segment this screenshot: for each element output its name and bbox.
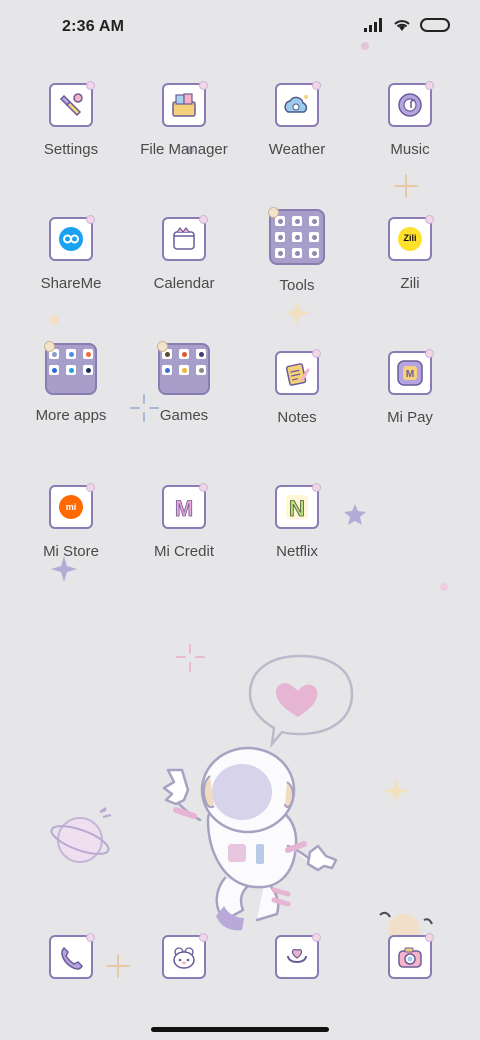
app-label: Netflix xyxy=(276,543,318,560)
camera-icon xyxy=(388,933,434,979)
app-notes[interactable]: Notes xyxy=(241,349,353,426)
battery-icon xyxy=(420,18,450,32)
app-shareme[interactable]: ShareMe xyxy=(15,215,127,292)
svg-text:M: M xyxy=(406,369,414,380)
app-settings[interactable]: Settings xyxy=(15,81,127,158)
dock-messaging[interactable] xyxy=(128,933,240,979)
mi-pay-icon: M xyxy=(388,349,434,395)
notes-icon xyxy=(275,349,321,395)
phone-icon xyxy=(49,933,95,979)
games-folder-icon xyxy=(157,341,210,395)
status-time: 2:36 AM xyxy=(62,18,125,35)
app-label: Mi Pay xyxy=(387,409,433,426)
dock-phone[interactable] xyxy=(15,933,127,979)
app-label: More apps xyxy=(35,407,107,424)
netflix-icon: N xyxy=(275,483,321,529)
app-netflix[interactable]: N Netflix xyxy=(241,483,353,560)
app-zili[interactable]: Zili Zili xyxy=(354,215,466,292)
app-calendar[interactable]: Calendar xyxy=(128,215,240,292)
tools-folder-icon xyxy=(268,207,325,265)
file-manager-icon xyxy=(162,81,208,127)
browser-icon xyxy=(275,933,321,979)
messaging-icon xyxy=(162,933,208,979)
app-label: File Manager xyxy=(140,141,228,158)
folder-tools[interactable]: Tools xyxy=(241,207,353,294)
app-label: Notes xyxy=(277,409,317,426)
music-icon xyxy=(388,81,434,127)
folder-more-apps[interactable]: More apps xyxy=(15,341,127,424)
app-label: Tools xyxy=(279,277,315,294)
svg-text:Zili: Zili xyxy=(404,233,417,243)
wifi-icon xyxy=(394,20,410,31)
app-label: Calendar xyxy=(153,275,215,292)
svg-text:M: M xyxy=(175,496,193,521)
app-label: Mi Credit xyxy=(153,543,214,560)
gesture-navigation-bar[interactable] xyxy=(151,1027,329,1032)
app-label: ShareMe xyxy=(40,275,102,292)
weather-icon xyxy=(275,81,321,127)
settings-icon xyxy=(49,81,95,127)
app-label: Settings xyxy=(43,141,99,158)
home-screen: 2:36 AM Settings File Manager Weather Mu… xyxy=(0,0,480,1040)
app-file-manager[interactable]: File Manager xyxy=(128,81,240,158)
status-icons xyxy=(364,18,450,32)
status-bar: 2:36 AM xyxy=(0,0,480,56)
svg-text:N: N xyxy=(289,496,305,521)
shareme-icon xyxy=(49,215,95,261)
dock-camera[interactable] xyxy=(354,933,466,979)
app-label: Weather xyxy=(268,141,326,158)
folder-games[interactable]: Games xyxy=(128,341,240,424)
app-mi-store[interactable]: mi Mi Store xyxy=(15,483,127,560)
mi-credit-icon: M xyxy=(162,483,208,529)
signal-icon xyxy=(364,18,382,32)
app-label: Zili xyxy=(400,275,420,292)
app-label: Music xyxy=(390,141,430,158)
app-label: Games xyxy=(159,407,209,424)
app-mi-credit[interactable]: M Mi Credit xyxy=(128,483,240,560)
more-apps-folder-icon xyxy=(44,341,97,395)
calendar-icon xyxy=(162,215,208,261)
app-mi-pay[interactable]: M Mi Pay xyxy=(354,349,466,426)
dock-browser[interactable] xyxy=(241,933,353,979)
svg-text:mi: mi xyxy=(66,502,77,512)
app-music[interactable]: Music xyxy=(354,81,466,158)
mi-store-icon: mi xyxy=(49,483,95,529)
zili-icon: Zili xyxy=(388,215,434,261)
app-label: Mi Store xyxy=(43,543,99,560)
app-weather[interactable]: Weather xyxy=(241,81,353,158)
